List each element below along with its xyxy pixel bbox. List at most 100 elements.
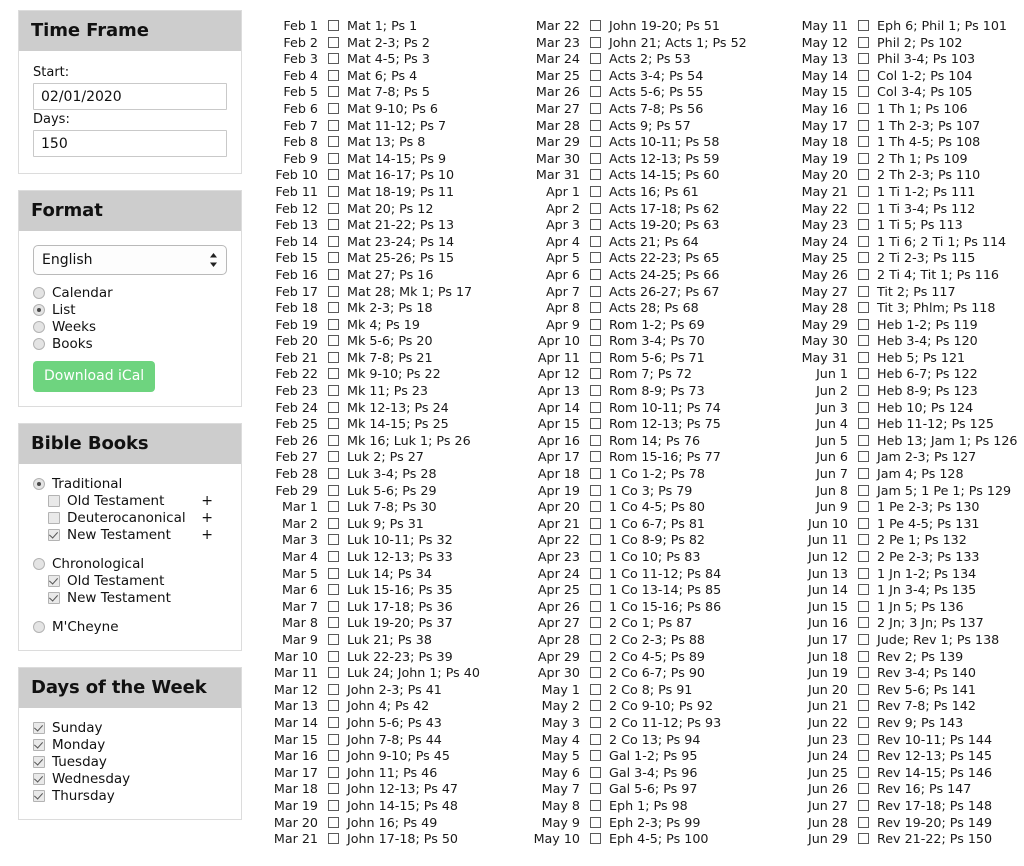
radio-icon[interactable]	[33, 338, 45, 350]
reading-entry-checkbox-icon[interactable]	[328, 434, 341, 446]
reading-entry-checkbox-icon[interactable]	[590, 716, 603, 728]
reading-entry-checkbox-icon[interactable]	[590, 584, 603, 596]
reading-entry-checkbox-icon[interactable]	[590, 53, 603, 65]
reading-entry-checkbox-icon[interactable]	[858, 385, 871, 397]
reading-entry-checkbox-icon[interactable]	[858, 268, 871, 280]
reading-entry-checkbox-icon[interactable]	[590, 185, 603, 197]
reading-entry-checkbox-icon[interactable]	[328, 667, 341, 679]
reading-entry-checkbox-icon[interactable]	[858, 766, 871, 778]
checkbox-checked-icon[interactable]	[48, 575, 60, 587]
day-row-thursday[interactable]: Thursday	[33, 788, 227, 804]
reading-entry-checkbox-icon[interactable]	[328, 783, 341, 795]
reading-entry-checkbox-icon[interactable]	[858, 335, 871, 347]
format-option-calendar[interactable]: Calendar	[33, 285, 227, 301]
reading-entry-checkbox-icon[interactable]	[328, 86, 341, 98]
reading-entry-checkbox-icon[interactable]	[858, 750, 871, 762]
reading-entry-checkbox-icon[interactable]	[328, 584, 341, 596]
reading-entry-checkbox-icon[interactable]	[590, 368, 603, 380]
reading-entry-checkbox-icon[interactable]	[328, 816, 341, 828]
checkbox-icon[interactable]	[48, 512, 60, 524]
reading-entry-checkbox-icon[interactable]	[858, 86, 871, 98]
reading-entry-checkbox-icon[interactable]	[328, 169, 341, 181]
radio-selected-icon[interactable]	[33, 478, 45, 490]
reading-entry-checkbox-icon[interactable]	[858, 318, 871, 330]
reading-entry-checkbox-icon[interactable]	[590, 799, 603, 811]
radio-icon[interactable]	[33, 287, 45, 299]
reading-entry-checkbox-icon[interactable]	[590, 650, 603, 662]
reading-entry-checkbox-icon[interactable]	[590, 451, 603, 463]
reading-entry-checkbox-icon[interactable]	[590, 833, 603, 845]
checkbox-checked-icon[interactable]	[48, 592, 60, 604]
reading-entry-checkbox-icon[interactable]	[328, 20, 341, 31]
reading-entry-checkbox-icon[interactable]	[328, 833, 341, 845]
reading-entry-checkbox-icon[interactable]	[858, 185, 871, 197]
reading-entry-checkbox-icon[interactable]	[328, 600, 341, 612]
reading-entry-checkbox-icon[interactable]	[328, 716, 341, 728]
reading-entry-checkbox-icon[interactable]	[590, 517, 603, 529]
reading-entry-checkbox-icon[interactable]	[858, 534, 871, 546]
reading-entry-checkbox-icon[interactable]	[858, 368, 871, 380]
reading-entry-checkbox-icon[interactable]	[328, 368, 341, 380]
reading-entry-checkbox-icon[interactable]	[858, 683, 871, 695]
reading-entry-checkbox-icon[interactable]	[328, 501, 341, 513]
reading-entry-checkbox-icon[interactable]	[328, 136, 341, 148]
radio-selected-icon[interactable]	[33, 304, 45, 316]
reading-entry-checkbox-icon[interactable]	[590, 268, 603, 280]
reading-entry-checkbox-icon[interactable]	[858, 451, 871, 463]
traditional-old-testament-row[interactable]: Old Testament +	[33, 493, 227, 509]
reading-entry-checkbox-icon[interactable]	[858, 235, 871, 247]
reading-entry-checkbox-icon[interactable]	[328, 185, 341, 197]
reading-entry-checkbox-icon[interactable]	[328, 219, 341, 231]
reading-entry-checkbox-icon[interactable]	[590, 600, 603, 612]
reading-entry-checkbox-icon[interactable]	[328, 750, 341, 762]
reading-entry-checkbox-icon[interactable]	[590, 285, 603, 297]
reading-entry-checkbox-icon[interactable]	[858, 351, 871, 363]
reading-entry-checkbox-icon[interactable]	[858, 733, 871, 745]
reading-entry-checkbox-icon[interactable]	[328, 252, 341, 264]
reading-entry-checkbox-icon[interactable]	[858, 36, 871, 48]
reading-entry-checkbox-icon[interactable]	[590, 351, 603, 363]
reading-entry-checkbox-icon[interactable]	[858, 219, 871, 231]
checkbox-checked-icon[interactable]	[33, 722, 45, 734]
start-date-input[interactable]	[33, 83, 227, 110]
reading-entry-checkbox-icon[interactable]	[590, 169, 603, 181]
day-row-monday[interactable]: Monday	[33, 737, 227, 753]
plan-option-mcheyne[interactable]: M'Cheyne	[33, 619, 227, 635]
format-option-list[interactable]: List	[33, 302, 227, 318]
chronological-new-testament-row[interactable]: New Testament	[33, 590, 227, 606]
reading-entry-checkbox-icon[interactable]	[590, 102, 603, 114]
plan-option-chronological[interactable]: Chronological	[33, 556, 227, 572]
reading-entry-checkbox-icon[interactable]	[858, 119, 871, 131]
reading-entry-checkbox-icon[interactable]	[590, 700, 603, 712]
reading-entry-checkbox-icon[interactable]	[328, 567, 341, 579]
reading-entry-checkbox-icon[interactable]	[858, 700, 871, 712]
download-ical-button[interactable]: Download iCal	[33, 361, 156, 392]
reading-entry-checkbox-icon[interactable]	[328, 119, 341, 131]
reading-entry-checkbox-icon[interactable]	[590, 401, 603, 413]
reading-entry-checkbox-icon[interactable]	[858, 567, 871, 579]
reading-entry-checkbox-icon[interactable]	[328, 650, 341, 662]
reading-entry-checkbox-icon[interactable]	[590, 152, 603, 164]
expand-icon[interactable]: +	[201, 510, 227, 526]
language-select[interactable]: English	[33, 245, 227, 275]
reading-entry-checkbox-icon[interactable]	[328, 617, 341, 629]
reading-entry-checkbox-icon[interactable]	[328, 700, 341, 712]
reading-entry-checkbox-icon[interactable]	[590, 86, 603, 98]
reading-entry-checkbox-icon[interactable]	[590, 750, 603, 762]
reading-entry-checkbox-icon[interactable]	[590, 235, 603, 247]
reading-entry-checkbox-icon[interactable]	[858, 468, 871, 480]
reading-entry-checkbox-icon[interactable]	[328, 401, 341, 413]
reading-entry-checkbox-icon[interactable]	[858, 617, 871, 629]
reading-entry-checkbox-icon[interactable]	[858, 783, 871, 795]
radio-icon[interactable]	[33, 321, 45, 333]
reading-entry-checkbox-icon[interactable]	[328, 102, 341, 114]
reading-entry-checkbox-icon[interactable]	[858, 833, 871, 845]
reading-entry-checkbox-icon[interactable]	[590, 468, 603, 480]
format-option-books[interactable]: Books	[33, 336, 227, 352]
reading-entry-checkbox-icon[interactable]	[858, 716, 871, 728]
reading-entry-checkbox-icon[interactable]	[328, 484, 341, 496]
checkbox-checked-icon[interactable]	[33, 790, 45, 802]
reading-entry-checkbox-icon[interactable]	[590, 119, 603, 131]
reading-entry-checkbox-icon[interactable]	[590, 434, 603, 446]
expand-icon[interactable]: +	[201, 493, 227, 509]
